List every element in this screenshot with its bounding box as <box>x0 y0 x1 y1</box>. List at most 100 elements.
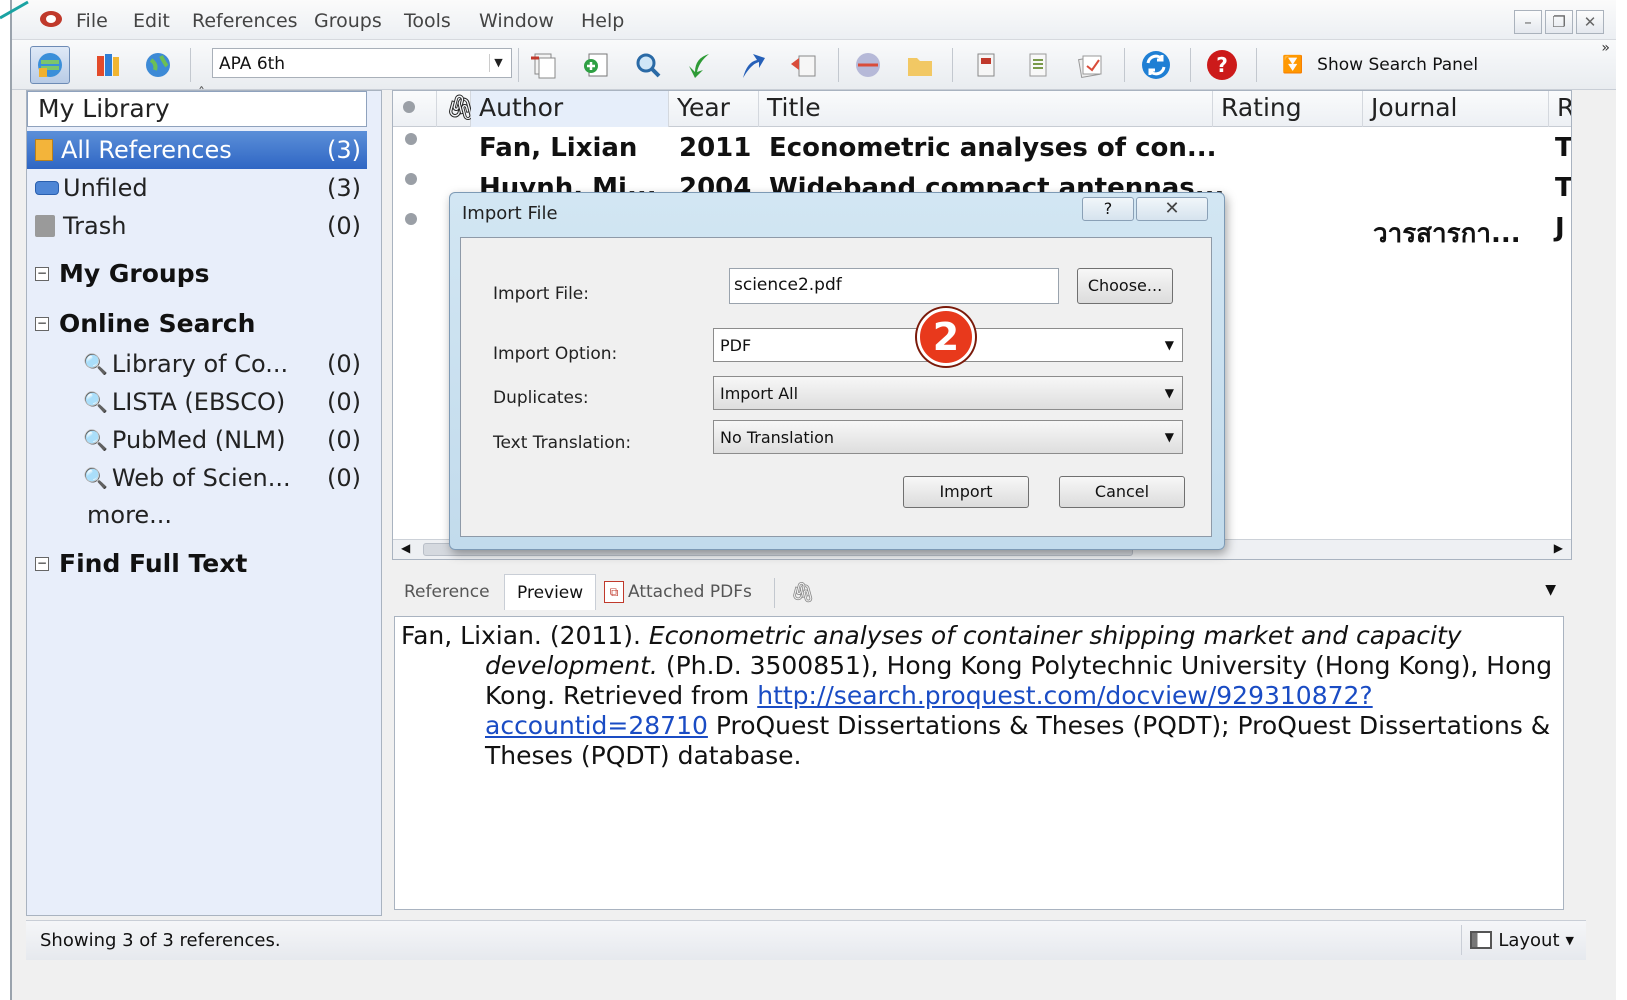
collapse-icon[interactable]: − <box>35 316 49 331</box>
toolbar-overflow-icon[interactable]: » <box>1601 40 1610 56</box>
show-search-panel-button[interactable]: ⏬ Show Search Panel <box>1282 50 1478 80</box>
cancel-button[interactable]: Cancel <box>1059 476 1185 508</box>
group-label: Unfiled <box>63 174 148 202</box>
search-globe-icon: 🔍 <box>83 428 108 452</box>
import-button[interactable] <box>680 46 720 84</box>
menu-tools[interactable]: Tools <box>404 10 451 32</box>
help-button[interactable]: ? <box>1202 46 1242 84</box>
sort-caret-icon: ˆ <box>198 86 205 102</box>
dialog-close-button[interactable]: ✕ <box>1136 197 1208 221</box>
column-label: R <box>1557 93 1571 122</box>
find-full-text-header[interactable]: − Find Full Text <box>35 549 247 578</box>
col-read-status[interactable] <box>393 91 437 127</box>
export-button[interactable] <box>732 46 772 84</box>
search-globe-icon: 🔍 <box>83 466 108 490</box>
collapse-icon[interactable]: − <box>35 266 49 281</box>
menu-help[interactable]: Help <box>581 10 624 32</box>
document-lines-icon <box>1029 53 1047 77</box>
text-translation-value: No Translation <box>720 428 835 447</box>
books-icon <box>97 54 119 76</box>
my-library-title: My Library <box>38 94 170 123</box>
import-file-input[interactable]: science2.pdf <box>729 268 1059 304</box>
import-confirm-button[interactable]: Import <box>903 476 1029 508</box>
formatted-citation: Fan, Lixian. (2011). Econometric analyse… <box>401 621 1557 771</box>
layout-button[interactable]: Layout ▼ <box>1461 925 1582 955</box>
library-mode-button[interactable] <box>88 46 128 84</box>
layout-dropdown-icon: ▼ <box>1565 933 1574 947</box>
magnifier-icon <box>636 53 661 78</box>
new-reference-button[interactable] <box>576 46 616 84</box>
col-year[interactable]: Year <box>669 91 759 127</box>
preview-menu-icon[interactable]: ▼ <box>1545 582 1556 598</box>
online-search-item[interactable]: 🔍 Library of Co... (0) <box>83 345 367 383</box>
col-attachment[interactable]: 🖇 <box>437 91 477 127</box>
my-library-header[interactable]: My Library ˆ <box>27 86 367 127</box>
group-trash[interactable]: Trash (0) <box>27 207 367 245</box>
search-library-button[interactable] <box>628 46 668 84</box>
close-window-button[interactable]: ✕ <box>1576 10 1604 34</box>
local-library-mode-button[interactable] <box>30 46 70 84</box>
tab-preview[interactable]: Preview <box>504 574 597 610</box>
scroll-right-icon[interactable]: ▶ <box>1554 541 1563 555</box>
menu-file[interactable]: File <box>76 10 108 32</box>
minimize-button[interactable]: – <box>1514 10 1542 34</box>
chevron-down-icon: ▼ <box>1164 430 1174 444</box>
duplicates-label: Duplicates: <box>493 388 589 408</box>
menu-references[interactable]: References <box>192 10 298 32</box>
column-label: Title <box>767 93 821 122</box>
open-pdf-button[interactable] <box>966 46 1006 84</box>
insert-citation-button[interactable] <box>784 46 824 84</box>
online-search-item[interactable]: 🔍 Web of Scien... (0) <box>83 459 367 497</box>
sync-button[interactable] <box>1136 46 1176 84</box>
online-search-mode-button[interactable] <box>138 46 178 84</box>
open-record-button[interactable] <box>1018 46 1058 84</box>
tab-attached-pdfs[interactable]: ⧉ Attached PDFs <box>592 574 764 610</box>
scroll-left-icon[interactable]: ◀ <box>401 541 410 555</box>
text-translation-select[interactable]: No Translation ▼ <box>713 420 1183 454</box>
online-search-item[interactable]: 🔍 PubMed (NLM) (0) <box>83 421 367 459</box>
col-reference-type[interactable]: R <box>1549 91 1571 127</box>
my-groups-header[interactable]: − My Groups <box>35 259 209 288</box>
output-style-select[interactable]: APA 6th ▼ <box>212 48 512 78</box>
menu-bar: File Edit References Groups Tools Window… <box>12 0 1616 40</box>
col-title[interactable]: Title <box>759 91 1213 127</box>
paper-stack-icon <box>1077 55 1102 79</box>
online-search-item[interactable]: 🔍 LISTA (EBSCO) (0) <box>83 383 367 421</box>
menu-groups[interactable]: Groups <box>314 10 382 32</box>
restore-button[interactable]: ❐ <box>1545 10 1573 34</box>
col-author[interactable]: Author <box>471 91 669 127</box>
open-folder-button[interactable] <box>900 46 940 84</box>
citation-author-year: Fan, Lixian. (2011). <box>401 621 649 650</box>
preview-tabs: Reference Preview ⧉ Attached PDFs 🖇 ▼ <box>392 568 1572 612</box>
online-search-header[interactable]: − Online Search <box>35 309 255 338</box>
globe-icon <box>146 53 170 77</box>
import-file-value: science2.pdf <box>734 275 842 295</box>
dialog-help-button[interactable]: ? <box>1082 197 1134 221</box>
status-text: Showing 3 of 3 references. <box>40 930 281 951</box>
reference-row[interactable]: Fan, Lixian 2011 Econometric analyses of… <box>393 129 1571 169</box>
group-label: All References <box>61 136 232 164</box>
menu-window[interactable]: Window <box>479 10 554 32</box>
group-count: (0) <box>327 212 361 240</box>
collapse-icon[interactable]: − <box>35 556 49 571</box>
more-search-link[interactable]: more... <box>87 501 172 529</box>
col-rating[interactable]: Rating <box>1213 91 1363 127</box>
paperclip-icon[interactable]: 🖇 <box>790 580 815 604</box>
col-journal[interactable]: Journal <box>1363 91 1549 127</box>
find-full-text-button[interactable] <box>848 46 888 84</box>
close-icon: ✕ <box>1164 198 1180 219</box>
web-globe-icon <box>856 53 880 77</box>
tab-reference[interactable]: Reference <box>392 574 502 610</box>
duplicates-select[interactable]: Import All ▼ <box>713 376 1183 410</box>
read-status-icon <box>405 213 417 225</box>
cancel-label: Cancel <box>1094 482 1150 501</box>
copy-formatted-button[interactable] <box>524 46 564 84</box>
group-all-references[interactable]: All References (3) <box>27 131 367 169</box>
choose-file-button[interactable]: Choose... <box>1077 268 1173 304</box>
reference-list-header: 🖇 Author Year Title Rating Journal R <box>393 91 1571 127</box>
format-paper-button[interactable] <box>1070 46 1110 84</box>
column-label: Year <box>677 93 730 122</box>
preview-content: Fan, Lixian. (2011). Econometric analyse… <box>394 616 1564 910</box>
group-unfiled[interactable]: Unfiled (3) <box>27 169 367 207</box>
menu-edit[interactable]: Edit <box>133 10 170 32</box>
